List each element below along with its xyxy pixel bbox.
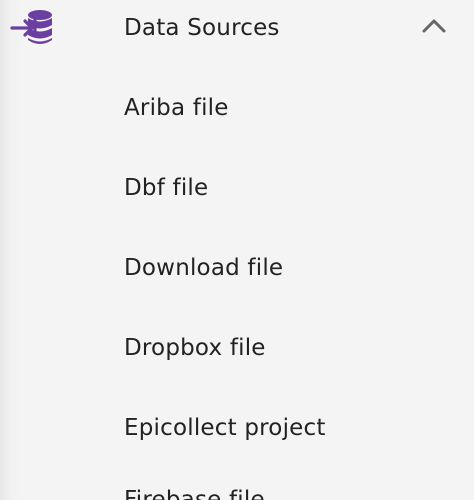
database-import-icon bbox=[10, 9, 54, 47]
list-item-epicollect-project[interactable]: Epicollect project bbox=[0, 400, 474, 456]
chevron-up-icon[interactable] bbox=[420, 14, 448, 38]
data-sources-header[interactable]: Data Sources bbox=[0, 0, 474, 56]
data-sources-label: Data Sources bbox=[124, 15, 280, 41]
list-item-dropbox-file[interactable]: Dropbox file bbox=[0, 320, 474, 376]
list-item-label: Dbf file bbox=[124, 175, 209, 201]
list-item-label: Dropbox file bbox=[124, 335, 266, 361]
list-item-label: Epicollect project bbox=[124, 415, 326, 441]
list-item-label: Firebase file bbox=[124, 487, 265, 500]
data-sources-panel: Data Sources Ariba file Dbf file Downloa… bbox=[0, 0, 474, 500]
list-item-label: Ariba file bbox=[124, 95, 229, 121]
list-item-dbf-file[interactable]: Dbf file bbox=[0, 160, 474, 216]
list-item-firebase-file[interactable]: Firebase file bbox=[0, 472, 474, 500]
list-item-label: Download file bbox=[124, 255, 284, 281]
list-item-ariba-file[interactable]: Ariba file bbox=[0, 80, 474, 136]
list-item-download-file[interactable]: Download file bbox=[0, 240, 474, 296]
